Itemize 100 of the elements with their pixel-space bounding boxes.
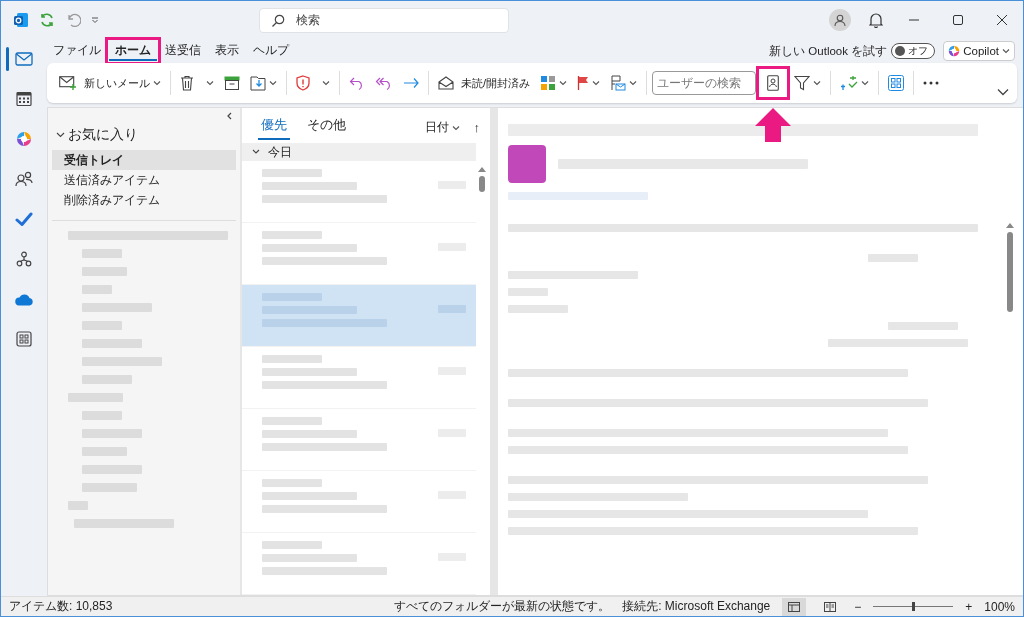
new-mail-button[interactable]: 新しいメール	[55, 68, 165, 98]
ribbon-tab[interactable]: ヘルプ	[247, 41, 295, 61]
blurred-text-placeholder	[82, 321, 122, 330]
inbox-tab[interactable]: その他	[304, 112, 349, 141]
toggle-switch[interactable]: オフ	[891, 43, 936, 59]
collapse-pane-button[interactable]	[226, 112, 232, 120]
blurred-text-placeholder	[68, 501, 88, 510]
chevron-down-icon	[56, 132, 65, 138]
archive-icon	[224, 76, 240, 90]
sort-by-date-button[interactable]: 日付	[424, 120, 460, 141]
bell-icon	[869, 12, 883, 28]
person-silhouette-icon	[834, 14, 846, 26]
filter-funnel-icon	[794, 75, 811, 91]
org-chart-icon	[16, 251, 32, 267]
blurred-text-placeholder	[262, 169, 322, 177]
zoom-out-button[interactable]: −	[854, 599, 862, 614]
caret-icon	[813, 80, 822, 86]
close-icon	[997, 15, 1007, 25]
sender-avatar	[508, 145, 546, 183]
blurred-text-placeholder	[262, 231, 322, 239]
favorites-header[interactable]: お気に入り	[52, 122, 236, 150]
group-header[interactable]: 今日	[242, 143, 476, 161]
contact-card-icon	[767, 75, 780, 91]
blurred-text-placeholder	[82, 429, 142, 438]
caret-icon	[861, 80, 870, 86]
people-search-field[interactable]: ユーザーの検索	[652, 71, 757, 95]
ribbon-tab[interactable]: 送受信	[159, 41, 207, 61]
reading-view-icon	[824, 601, 837, 612]
normal-view-icon	[788, 601, 801, 612]
maximize-icon	[953, 15, 963, 25]
copilot-logo-icon	[948, 45, 961, 57]
blurred-text-placeholder	[262, 541, 322, 549]
blurred-text-placeholder	[82, 375, 132, 384]
account-avatar[interactable]	[829, 9, 851, 31]
caret-icon	[322, 80, 330, 86]
zoom-level: 100%	[984, 599, 1015, 614]
caret-icon	[91, 17, 99, 23]
folder-item[interactable]: 削除済みアイテム	[52, 190, 236, 210]
reply-all-arrow-icon	[375, 76, 393, 90]
apps-grid-icon	[16, 331, 32, 347]
normal-view-button[interactable]	[782, 597, 807, 616]
sync-button[interactable]	[39, 12, 55, 28]
ribbon-tab[interactable]: ファイル	[47, 41, 107, 61]
zoom-in-button[interactable]: +	[965, 599, 973, 614]
sort-direction-button[interactable]: ↑	[473, 120, 480, 141]
open-envelope-icon	[438, 76, 454, 90]
trash-icon	[180, 75, 194, 91]
inbox-tab[interactable]: 優先	[258, 112, 290, 141]
chevron-down-icon	[252, 149, 260, 156]
people-icon	[15, 171, 33, 187]
chevron-left-icon	[226, 112, 232, 120]
caret-icon	[451, 124, 460, 131]
caret-icon	[269, 80, 277, 86]
folder-item[interactable]: 送信済みアイテム	[52, 170, 236, 190]
address-book-button[interactable]	[758, 68, 789, 98]
caret-icon	[206, 80, 214, 86]
chevron-down-icon	[997, 88, 1009, 96]
flag-icon	[577, 75, 590, 91]
scrollbar-thumb[interactable]	[479, 176, 485, 192]
blurred-text-placeholder	[262, 417, 322, 425]
category-squares-icon	[540, 75, 557, 91]
grid-icon	[888, 75, 905, 91]
outlook-logo-icon	[13, 12, 29, 28]
try-new-outlook-label: 新しい Outlook を試す	[769, 43, 888, 59]
blurred-text-placeholder	[508, 288, 548, 296]
folder-item[interactable]: 受信トレイ	[52, 150, 236, 170]
notifications-button[interactable]	[869, 12, 883, 28]
blurred-text-placeholder	[82, 339, 142, 348]
item-count: アイテム数: 10,853	[9, 598, 113, 615]
zoom-slider-thumb[interactable]	[912, 602, 916, 611]
blurred-text-placeholder	[508, 305, 568, 313]
blurred-text-placeholder	[262, 479, 322, 487]
annotation-arrow-icon	[755, 108, 792, 142]
scroll-up-icon	[478, 166, 486, 172]
search-field[interactable]: 検索	[259, 7, 509, 33]
quick-access-dropdown[interactable]	[91, 17, 99, 23]
caret-icon	[629, 80, 638, 86]
cloud-icon	[14, 292, 34, 306]
new-mail-icon	[59, 76, 77, 90]
blurred-text-placeholder	[82, 483, 137, 492]
read-unread-button[interactable]: 未読/開封済み	[434, 68, 535, 98]
copilot-button[interactable]: Copilot	[943, 41, 1015, 61]
blurred-text-placeholder	[262, 355, 322, 363]
blurred-text-placeholder	[82, 411, 122, 420]
blurred-text-placeholder	[82, 267, 127, 276]
caret-icon	[1002, 48, 1010, 54]
blurred-text-placeholder	[82, 465, 142, 474]
move-to-folder-icon	[250, 75, 266, 91]
blurred-text-placeholder	[82, 285, 112, 294]
caret-icon	[153, 80, 161, 86]
undo-button[interactable]	[65, 12, 81, 28]
translate-icon	[840, 75, 859, 91]
mail-icon	[15, 52, 33, 66]
ribbon-tab[interactable]: 表示	[209, 41, 245, 61]
rules-icon	[610, 75, 627, 91]
scrollbar-thumb[interactable]	[1007, 232, 1013, 312]
sync-icon	[39, 12, 55, 28]
blurred-text-placeholder	[82, 249, 122, 258]
blurred-text-placeholder	[868, 254, 918, 262]
copilot-icon	[16, 131, 32, 147]
